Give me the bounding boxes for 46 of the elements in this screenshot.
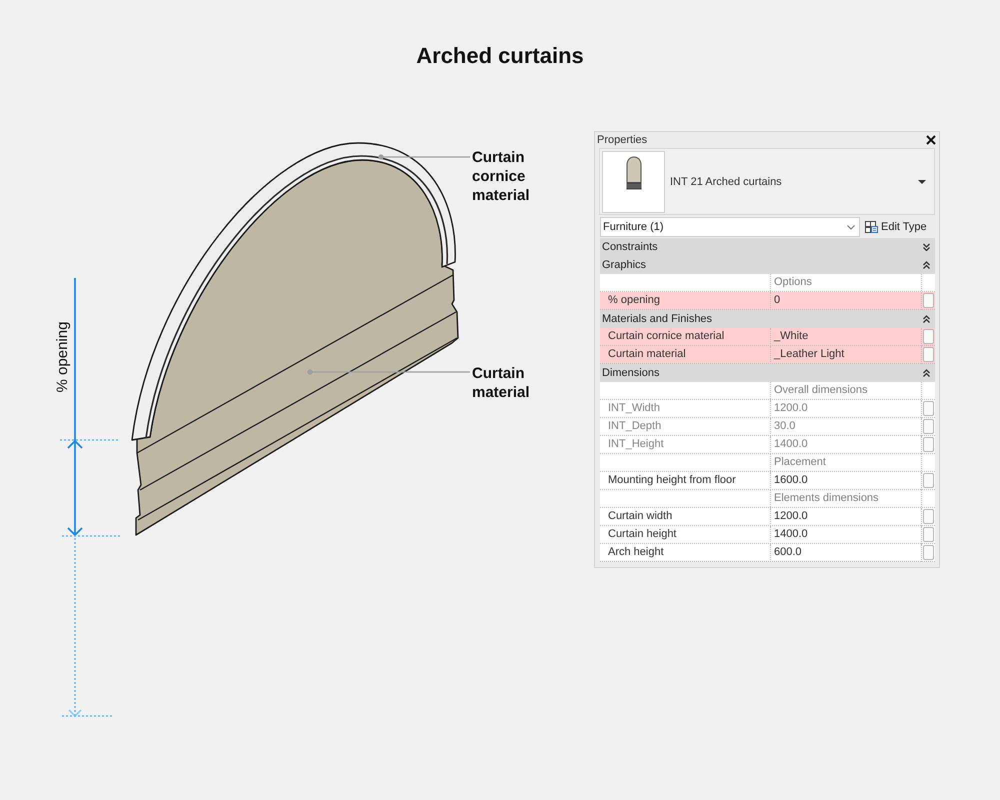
property-name: Arch height xyxy=(607,545,665,560)
parameter-button[interactable] xyxy=(923,527,934,542)
group-header[interactable]: Graphics xyxy=(600,256,935,274)
category-dropdown[interactable]: Furniture (1) xyxy=(600,217,860,237)
callout-label: Curtain material xyxy=(472,364,530,402)
subheading-label: Elements dimensions xyxy=(770,490,921,507)
group-header[interactable]: Materials and Finishes xyxy=(600,310,935,328)
chevron-down-icon xyxy=(847,224,855,230)
subheading-label: Options xyxy=(770,274,921,291)
group-header[interactable]: Constraints xyxy=(600,238,935,256)
parameter-button[interactable] xyxy=(923,473,934,488)
property-name: Curtain material xyxy=(607,347,687,362)
guide-line xyxy=(60,439,118,441)
property-value[interactable]: 600.0 xyxy=(770,544,921,562)
edit-type-icon xyxy=(865,221,878,233)
collapse-icon[interactable] xyxy=(923,368,930,378)
close-icon[interactable] xyxy=(926,135,936,145)
edit-type-button[interactable]: Edit Type xyxy=(863,217,929,237)
parameter-button[interactable] xyxy=(923,293,934,308)
parameter-button[interactable] xyxy=(923,329,934,344)
parameter-button[interactable] xyxy=(923,347,934,362)
group-header[interactable]: Dimensions xyxy=(600,364,935,382)
collapse-icon[interactable] xyxy=(923,260,930,270)
property-name: Curtain height xyxy=(607,527,678,542)
expand-icon[interactable] xyxy=(923,242,930,252)
subheading-label: Placement xyxy=(770,454,921,471)
parameter-button[interactable] xyxy=(923,509,934,524)
parameter-button[interactable] xyxy=(923,545,934,560)
property-name: INT_Width xyxy=(607,401,661,416)
collapse-icon[interactable] xyxy=(923,314,930,324)
property-name: Curtain cornice material xyxy=(607,329,726,344)
dropdown-caret-icon[interactable] xyxy=(918,180,926,184)
property-name: Mounting height from floor xyxy=(607,473,737,488)
property-name: INT_Height xyxy=(607,437,665,452)
arched-curtain-icon xyxy=(626,156,642,190)
type-selector[interactable]: INT 21 Arched curtains xyxy=(599,148,935,215)
dimension-label: % opening xyxy=(54,322,72,392)
property-name: Curtain width xyxy=(607,509,674,524)
property-name: INT_Depth xyxy=(607,419,662,434)
subheading-label: Overall dimensions xyxy=(770,382,921,399)
page-title: Arched curtains xyxy=(416,43,584,69)
property-name: % opening xyxy=(607,293,661,308)
guide-line xyxy=(62,715,112,717)
panel-title: Properties xyxy=(597,134,648,146)
callout-label: Curtain cornice material xyxy=(472,148,530,205)
guide-line xyxy=(62,535,120,537)
